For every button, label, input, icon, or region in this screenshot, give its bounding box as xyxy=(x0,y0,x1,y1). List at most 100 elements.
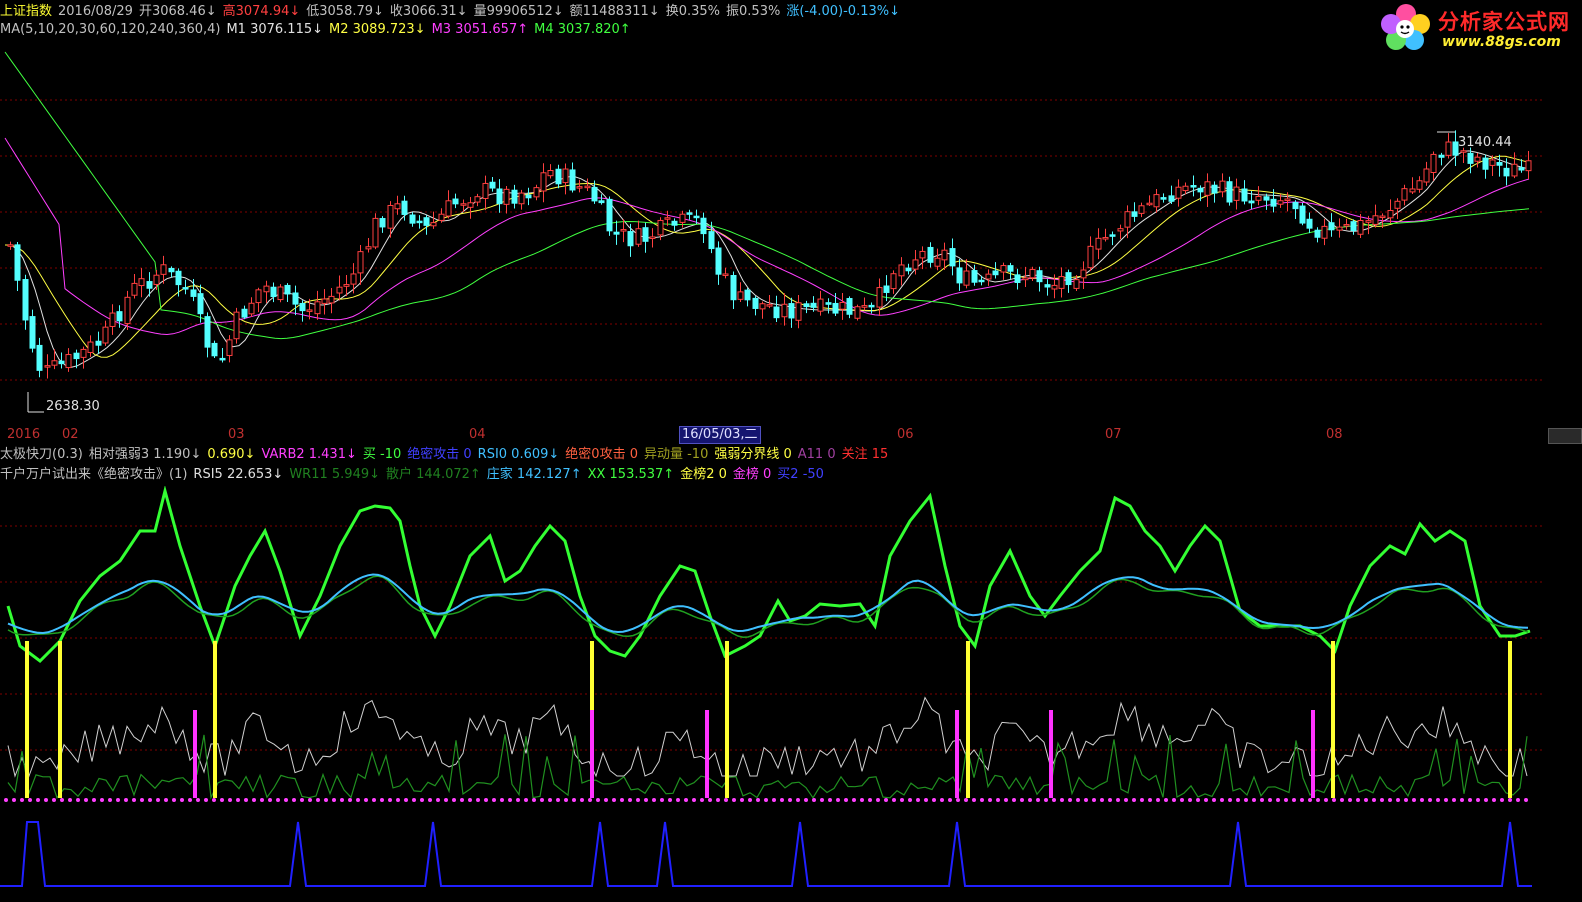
baseline-dot xyxy=(900,798,904,802)
baseline-dot xyxy=(196,798,200,802)
candle-body xyxy=(1474,156,1481,162)
candle-body xyxy=(737,291,744,300)
candle-body xyxy=(956,267,963,284)
candle-body xyxy=(138,278,145,287)
candle-body xyxy=(44,365,51,368)
candle-body xyxy=(1489,159,1496,166)
candle-body xyxy=(1292,201,1299,210)
candle-body xyxy=(693,215,700,219)
baseline-dot xyxy=(1356,798,1360,802)
chart-scrollbar[interactable] xyxy=(1548,428,1582,444)
baseline-dot xyxy=(1164,798,1168,802)
baseline-dot xyxy=(1316,798,1320,802)
baseline-dot xyxy=(68,798,72,802)
candle-body xyxy=(1124,211,1131,228)
baseline-dot xyxy=(1100,798,1104,802)
candle-body xyxy=(1109,234,1116,237)
candlestick-chart[interactable]: 3140.44 2638.30 xyxy=(0,0,1582,426)
baseline-dot xyxy=(20,798,24,802)
candle-body xyxy=(357,251,364,274)
baseline-dot xyxy=(292,798,296,802)
candle-body xyxy=(1372,215,1379,225)
candle-body xyxy=(1263,196,1270,201)
baseline-dot xyxy=(44,798,48,802)
candle-body xyxy=(1007,265,1014,272)
baseline-dot xyxy=(884,798,888,802)
candle-body xyxy=(219,357,226,361)
candle-body xyxy=(1270,198,1277,207)
baseline-dot xyxy=(844,798,848,802)
baseline-dot xyxy=(924,798,928,802)
candle-body xyxy=(525,194,532,199)
candle-body xyxy=(1190,185,1197,188)
candle-body xyxy=(715,247,722,275)
candle-body xyxy=(635,228,642,245)
baseline-dot xyxy=(332,798,336,802)
indicator-legend-item: 买2 -50 xyxy=(777,467,824,482)
baseline-dot xyxy=(556,798,560,802)
baseline-dot xyxy=(836,798,840,802)
candle-body xyxy=(1503,167,1510,177)
candle-body xyxy=(766,304,773,307)
candle-body xyxy=(941,249,948,261)
indicator-legend-item: 千户万户试出来《绝密攻击》(1) xyxy=(0,467,188,482)
baseline-dot xyxy=(284,798,288,802)
baseline-dot xyxy=(452,798,456,802)
baseline-dot xyxy=(1340,798,1344,802)
candle-body xyxy=(146,281,153,289)
baseline-dot xyxy=(1460,798,1464,802)
baseline-dot xyxy=(620,798,624,802)
baseline-dot xyxy=(668,798,672,802)
baseline-dot xyxy=(348,798,352,802)
candle-body xyxy=(1117,228,1124,232)
baseline-dot xyxy=(1372,798,1376,802)
baseline-dot xyxy=(732,798,736,802)
baseline-dot xyxy=(228,798,232,802)
candle-body xyxy=(1029,268,1036,279)
indicator-legend-item: RSI5 22.653↓ xyxy=(193,467,284,482)
baseline-dot xyxy=(204,798,208,802)
baseline-dot xyxy=(940,798,944,802)
candle-body xyxy=(365,246,372,250)
candle-body xyxy=(1087,245,1094,269)
candle-body xyxy=(73,352,80,360)
candle-body xyxy=(102,326,109,344)
baseline-dot xyxy=(484,798,488,802)
baseline-dot xyxy=(1268,798,1272,802)
baseline-dot xyxy=(164,798,168,802)
candle-body xyxy=(919,250,926,259)
indicator-legend-item: A11 0 xyxy=(797,447,836,462)
baseline-dot xyxy=(572,798,576,802)
indicator-legend-item: XX 153.537↑ xyxy=(587,467,675,482)
indicator-legend-item: RSI0 0.609↓ xyxy=(477,447,560,462)
baseline-dot xyxy=(1044,798,1048,802)
baseline-dot xyxy=(916,798,920,802)
baseline-dot xyxy=(1348,798,1352,802)
candle-body xyxy=(7,244,14,247)
baseline-dot xyxy=(1292,798,1296,802)
wr11-line xyxy=(7,734,1528,800)
candle-body xyxy=(1482,157,1489,170)
date-label: 04 xyxy=(469,427,486,442)
candle-body xyxy=(898,264,905,277)
candle-body xyxy=(1416,180,1423,190)
candle-body xyxy=(905,267,912,272)
indicator-chart[interactable] xyxy=(0,486,1582,902)
baseline-dot xyxy=(1404,798,1408,802)
candle-body xyxy=(1306,218,1313,229)
baseline-dot xyxy=(148,798,152,802)
ma4-line xyxy=(4,51,1530,340)
baseline-dot xyxy=(1324,798,1328,802)
baseline-dot xyxy=(1156,798,1160,802)
indicator-legend-item: 绝密0攻击 0 xyxy=(565,447,638,462)
candle-body xyxy=(627,231,634,247)
candle-body xyxy=(416,220,423,224)
baseline-dot xyxy=(468,798,472,802)
baseline-dot xyxy=(156,798,160,802)
baseline-dot xyxy=(372,798,376,802)
baseline-dot xyxy=(1188,798,1192,802)
candle-body xyxy=(87,341,94,353)
candle-body xyxy=(934,257,941,267)
candle-body xyxy=(460,203,467,206)
baseline-dot xyxy=(308,798,312,802)
